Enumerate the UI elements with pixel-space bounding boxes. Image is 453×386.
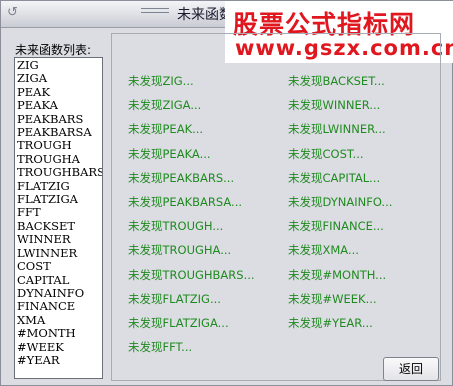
- dialog-window: ↺ 未来函数 股票公式指标网 www.gszx.com.cn 未来函数列表: Z…: [0, 0, 453, 386]
- function-list-item[interactable]: WINNER: [15, 232, 102, 246]
- result-item-left: 未发现ZIGA...: [128, 98, 202, 112]
- result-item-left: 未发现FLATZIG...: [128, 292, 221, 306]
- result-item-right: 未发现LWINNER...: [288, 122, 386, 136]
- result-item-right: 未发现FINANCE...: [288, 219, 384, 233]
- result-item-left: 未发现TROUGHBARS...: [128, 268, 255, 282]
- function-list-label: 未来函数列表:: [15, 43, 92, 57]
- function-list-item[interactable]: #YEAR: [15, 353, 102, 367]
- function-list-item[interactable]: PEAKBARSA: [15, 125, 102, 139]
- result-item-right: 未发现COST...: [288, 147, 364, 161]
- result-item-left: 未发现PEAKBARSA...: [128, 195, 243, 209]
- back-button[interactable]: 返回: [383, 357, 439, 381]
- result-item-left: 未发现TROUGHA...: [128, 243, 232, 257]
- function-list-item[interactable]: #WEEK: [15, 340, 102, 354]
- function-list-item[interactable]: #MONTH: [15, 326, 102, 340]
- result-item-left: 未发现PEAKBARS...: [128, 171, 235, 185]
- app-icon: ↺: [7, 5, 18, 20]
- result-item-left: 未发现ZIG...: [128, 74, 194, 88]
- function-list-item[interactable]: TROUGHBARS: [15, 165, 102, 179]
- function-list[interactable]: ZIG ZIGA PEAK PEAKA PEAKBARS PEAKBARSA TROUGH T…: [14, 57, 103, 379]
- function-list-item[interactable]: LWINNER: [15, 246, 102, 260]
- function-list-item[interactable]: BACKSET: [15, 219, 102, 233]
- function-list-item[interactable]: FLATZIG: [15, 179, 102, 193]
- result-item-right: 未发现#MONTH...: [288, 268, 387, 282]
- function-list-item[interactable]: DYNAINFO: [15, 286, 102, 300]
- function-list-item[interactable]: COST: [15, 259, 102, 273]
- function-list-item[interactable]: FLATZIGA: [15, 192, 102, 206]
- function-list-item[interactable]: ZIGA: [15, 71, 102, 85]
- title-grip-decoration: [141, 8, 169, 9]
- result-item-right: 未发现WINNER...: [288, 98, 381, 112]
- function-list-item[interactable]: PEAK: [15, 85, 102, 99]
- result-item-left: 未发现TROUGH...: [128, 219, 224, 233]
- result-item-right: 未发现XMA...: [288, 243, 359, 257]
- result-item-right: 未发现CAPITAL...: [288, 171, 381, 185]
- function-list-item[interactable]: FFT: [15, 206, 102, 220]
- function-list-item[interactable]: CAPITAL: [15, 273, 102, 287]
- function-list-item[interactable]: FINANCE: [15, 299, 102, 313]
- result-item-right: 未发现#WEEK...: [288, 292, 377, 306]
- result-item-left: 未发现FLATZIGA...: [128, 316, 229, 330]
- function-list-item[interactable]: ZIG: [15, 58, 102, 72]
- result-item-right: 未发现#YEAR...: [288, 316, 373, 330]
- result-item-left: 未发现PEAKA...: [128, 147, 211, 161]
- function-list-item[interactable]: TROUGHA: [15, 152, 102, 166]
- function-list-item[interactable]: PEAKBARS: [15, 112, 102, 126]
- function-list-item[interactable]: XMA: [15, 313, 102, 327]
- function-list-item[interactable]: PEAKA: [15, 98, 102, 112]
- result-item-left: 未发现PEAK...: [128, 122, 204, 136]
- result-item-right: 未发现BACKSET...: [288, 74, 385, 88]
- result-item-left: 未发现FFT...: [128, 340, 193, 354]
- function-list-item[interactable]: TROUGH: [15, 139, 102, 153]
- result-item-right: 未发现DYNAINFO...: [288, 195, 393, 209]
